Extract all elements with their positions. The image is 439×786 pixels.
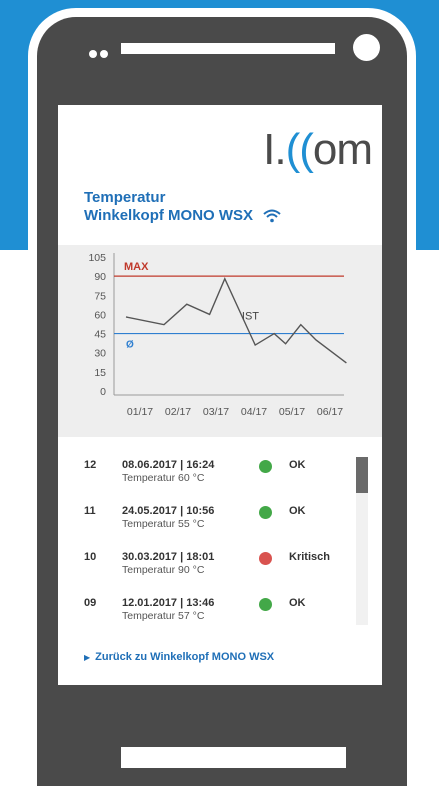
y-tick-label: 15	[94, 367, 106, 379]
x-tick-label: 06/17	[317, 406, 343, 418]
list-item[interactable]: 12 08.06.2017 | 16:24 Temperatur 60 °C OK	[84, 453, 344, 493]
speaker-grille	[121, 43, 335, 54]
y-tick-label: 105	[88, 252, 106, 264]
entry-number: 12	[84, 459, 97, 471]
entry-temperature: Temperatur 90 °C	[122, 564, 205, 576]
x-tick-label: 05/17	[279, 406, 305, 418]
temperature-chart: 105 90 75 60 45 30 15 0 01/17 02/17 03/17 04/17 05/1…	[88, 252, 347, 418]
measurement-list: 12 08.06.2017 | 16:24 Temperatur 60 °C OK 11…	[58, 453, 382, 625]
entry-datetime: 24.05.2017 | 10:56	[122, 505, 215, 517]
title-device-name: Winkelkopf MONO WSX	[84, 207, 254, 224]
entry-number: 09	[84, 597, 97, 609]
list-item[interactable]: 09 12.01.2017 | 13:46 Temperatur 57 °C OK	[84, 591, 344, 631]
y-tick-label: 60	[94, 309, 106, 321]
status-dot	[259, 552, 272, 565]
series-label-ist: IST	[242, 311, 259, 323]
entry-temperature: Temperatur 57 °C	[122, 610, 205, 622]
status-dot	[259, 598, 272, 611]
logo-text-right: om	[312, 125, 373, 174]
y-tick-label: 75	[94, 290, 106, 302]
title-line-1: Temperatur	[84, 189, 166, 206]
y-tick-label: 30	[94, 348, 106, 360]
back-link-label: Zurück zu Winkelkopf MONO WSX	[95, 651, 275, 663]
series-line-ist	[125, 276, 347, 364]
app-screen: I.((om Temperatur Winkelkopf MONO WSX 10…	[58, 105, 382, 685]
max-label: MAX	[124, 261, 149, 273]
list-item[interactable]: 11 24.05.2017 | 10:56 Temperatur 55 °C OK	[84, 499, 344, 539]
wifi-icon	[263, 209, 281, 223]
back-link[interactable]: ▶ Zurück zu Winkelkopf MONO WSX	[84, 651, 274, 663]
logo-text-left: I.	[263, 125, 286, 174]
home-button[interactable]	[121, 747, 346, 768]
entry-number: 11	[84, 505, 96, 517]
status-label: Kritisch	[289, 551, 330, 563]
list-item[interactable]: 10 30.03.2017 | 18:01 Temperatur 90 °C Krit…	[84, 545, 344, 585]
y-tick-label: 45	[94, 329, 106, 341]
camera-icon	[353, 34, 380, 61]
sensor-dots	[89, 45, 111, 63]
page-title: Temperatur Winkelkopf MONO WSX	[84, 189, 281, 225]
title-line-2: Winkelkopf MONO WSX	[84, 207, 281, 225]
average-label: Ø	[126, 340, 134, 351]
triangle-right-icon: ▶	[84, 653, 91, 662]
temperature-chart-panel: 105 90 75 60 45 30 15 0 01/17 02/17 03/17 04/17 05/1…	[58, 245, 382, 437]
y-tick-label: 90	[94, 271, 106, 283]
status-dot	[259, 506, 272, 519]
status-dot	[259, 460, 272, 473]
entry-number: 10	[84, 551, 97, 563]
x-tick-label: 01/17	[127, 406, 153, 418]
scrollbar-thumb[interactable]	[356, 457, 368, 493]
x-tick-label: 03/17	[203, 406, 229, 418]
entry-datetime: 30.03.2017 | 18:01	[122, 551, 215, 563]
entry-datetime: 08.06.2017 | 16:24	[122, 459, 215, 471]
brand-logo: I.((om	[263, 125, 373, 175]
entry-datetime: 12.01.2017 | 13:46	[122, 597, 215, 609]
status-label: OK	[289, 597, 306, 609]
x-tick-label: 04/17	[241, 406, 267, 418]
status-label: OK	[289, 459, 306, 471]
logo-text-accent: ((	[285, 125, 314, 174]
x-tick-label: 02/17	[165, 406, 191, 418]
status-label: OK	[289, 505, 306, 517]
entry-temperature: Temperatur 55 °C	[122, 518, 205, 530]
entry-temperature: Temperatur 60 °C	[122, 472, 205, 484]
y-tick-label: 0	[100, 386, 106, 398]
